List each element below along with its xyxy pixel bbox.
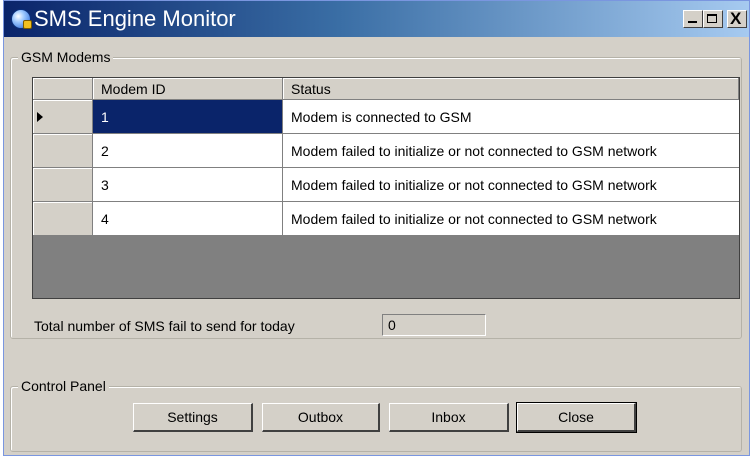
status-cell[interactable]: Modem failed to initialize or not connec… (283, 134, 739, 168)
outbox-button[interactable]: Outbox (262, 403, 380, 432)
row-selector[interactable] (33, 100, 93, 134)
control-panel-group-title: Control Panel (18, 378, 109, 394)
column-header-modem-id[interactable]: Modem ID (93, 78, 283, 100)
close-button[interactable]: Close (516, 402, 637, 433)
close-icon: X (730, 9, 742, 28)
fail-count-label: Total number of SMS fail to send for tod… (34, 318, 295, 334)
table-row[interactable]: 3 Modem failed to initialize or not conn… (33, 168, 739, 202)
row-pointer-arrow-icon (37, 111, 43, 122)
status-cell[interactable]: Modem is connected to GSM (283, 100, 739, 134)
row-header-corner (33, 78, 93, 100)
gsm-modems-group-title: GSM Modems (18, 49, 114, 65)
table-row[interactable]: 4 Modem failed to initialize or not conn… (33, 202, 739, 236)
table-row[interactable]: 1 Modem is connected to GSM (33, 100, 739, 134)
modem-id-cell[interactable]: 1 (93, 100, 283, 134)
row-selector[interactable] (33, 168, 93, 202)
title-bar[interactable]: SMS Engine Monitor X (4, 1, 749, 37)
close-window-button[interactable]: X (727, 9, 747, 28)
modem-id-cell[interactable]: 3 (93, 168, 283, 202)
table-row[interactable]: 2 Modem failed to initialize or not conn… (33, 134, 739, 168)
modem-id-cell[interactable]: 2 (93, 134, 283, 168)
maximize-button[interactable] (703, 10, 723, 28)
row-selector[interactable] (33, 202, 93, 236)
modems-grid[interactable]: Modem ID Status 1 Modem is connected to … (32, 77, 740, 299)
window-title: SMS Engine Monitor (34, 6, 236, 31)
status-cell[interactable]: Modem failed to initialize or not connec… (283, 168, 739, 202)
settings-button[interactable]: Settings (133, 403, 253, 432)
sms-engine-icon[interactable] (11, 9, 32, 29)
grid-header-row: Modem ID Status (33, 78, 739, 100)
row-selector[interactable] (33, 134, 93, 168)
minimize-button[interactable] (683, 10, 703, 28)
status-cell[interactable]: Modem failed to initialize or not connec… (283, 202, 739, 236)
column-header-status[interactable]: Status (283, 78, 739, 100)
fail-count-field: 0 (382, 314, 486, 336)
modem-id-cell[interactable]: 4 (93, 202, 283, 236)
inbox-button[interactable]: Inbox (389, 403, 509, 432)
